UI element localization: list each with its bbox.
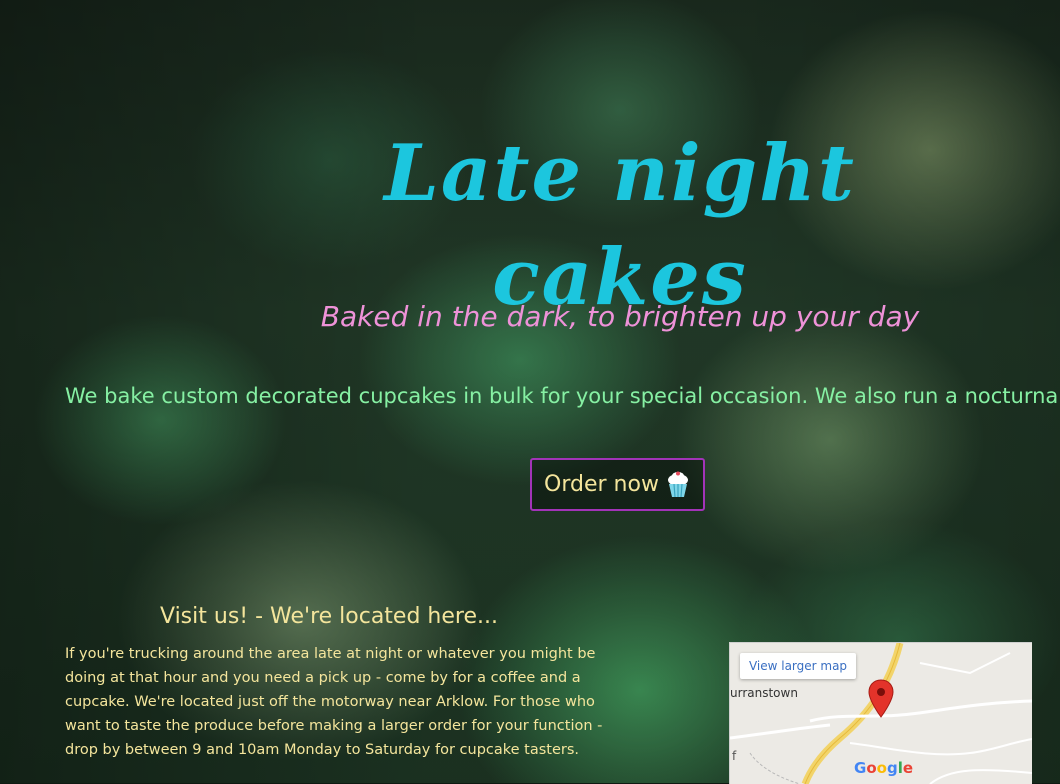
view-larger-map-link[interactable]: View larger map [740, 653, 856, 679]
embedded-map[interactable]: View larger map urranstown f Google [729, 642, 1032, 784]
tagline: Baked in the dark, to brighten up your d… [320, 300, 920, 333]
google-logo-letter: o [866, 759, 877, 777]
google-logo-letter: g [886, 759, 898, 777]
order-now-button[interactable]: Order now [530, 458, 705, 511]
map-pin-icon[interactable] [867, 679, 895, 719]
order-now-label: Order now [544, 472, 659, 497]
google-logo: Google [854, 759, 913, 777]
map-edge-label: f [732, 749, 737, 763]
google-logo-letter: e [902, 759, 914, 777]
cupcake-icon [667, 471, 688, 497]
intro-text: We bake custom decorated cupcakes in bul… [65, 384, 1059, 408]
visit-heading: Visit us! - We're located here... [160, 604, 498, 629]
visit-description: If you're trucking around the area late … [65, 646, 603, 758]
google-logo-letter: G [854, 759, 867, 777]
map-place-label: urranstown [730, 686, 798, 700]
google-logo-letter: o [876, 759, 887, 777]
